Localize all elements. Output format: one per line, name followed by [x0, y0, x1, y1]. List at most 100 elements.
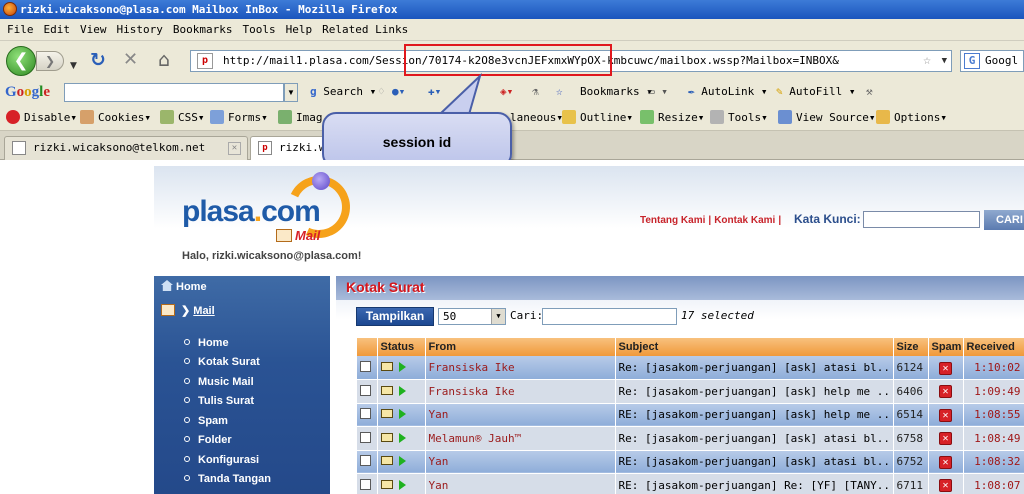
row-from[interactable]: Fransiska Ike	[425, 379, 616, 404]
history-dropdown-icon[interactable]: ▼	[70, 55, 77, 77]
menu-edit[interactable]: Edit	[39, 19, 76, 41]
autolink-button[interactable]: ✒ AutoLink ▾	[688, 83, 767, 101]
dev-view-source-button[interactable]: View Source▾	[778, 109, 875, 127]
col-received[interactable]: Received	[963, 338, 1024, 356]
stop-icon[interactable]: ✕	[123, 49, 138, 71]
show-button[interactable]: Tampilkan	[356, 307, 434, 326]
site-search-button[interactable]: CARI	[984, 210, 1024, 230]
contact-link[interactable]: Kontak Kami	[714, 215, 775, 226]
bookmark-star-icon[interactable]: ☆	[923, 51, 931, 71]
google-search-dropdown-icon[interactable]: ▼	[284, 83, 298, 102]
dev-miscellaneous-button[interactable]: laneous▾	[510, 109, 563, 127]
search-box[interactable]: G Googl	[960, 50, 1024, 72]
settings-wrench-icon[interactable]: ⚒	[866, 83, 873, 101]
row-checkbox[interactable]	[360, 455, 371, 467]
sidebar-item-konfigurasi[interactable]: Konfigurasi	[184, 454, 259, 466]
bookmarks-button[interactable]: Bookmarks ▾	[580, 83, 653, 101]
gmail-icon[interactable]: ✉	[464, 83, 471, 101]
row-checkbox[interactable]	[360, 384, 371, 396]
about-link[interactable]: Tentang Kami	[640, 215, 705, 226]
table-row[interactable]: Yan RE: [jasakom-perjuangan] Re: [YF] [T…	[357, 473, 1024, 494]
table-row[interactable]: Fransiska Ike Re: [jasakom-perjuangan] […	[357, 379, 1024, 404]
sidebar-item-spam[interactable]: Spam	[184, 415, 228, 427]
mail-search-input[interactable]	[542, 308, 677, 325]
row-subject[interactable]: Re: [jasakom-perjuangan] [ask] atasi bl.…	[615, 426, 894, 451]
row-from[interactable]: Melamun® Jauh™	[425, 426, 616, 451]
table-row[interactable]: Melamun® Jauh™ Re: [jasakom-perjuangan] …	[357, 426, 1024, 451]
menu-help[interactable]: Help	[281, 19, 318, 41]
row-checkbox[interactable]	[360, 361, 371, 372]
menu-related-links[interactable]: Related Links	[317, 19, 413, 41]
spam-x-icon[interactable]: ✕	[939, 361, 952, 375]
table-row[interactable]: Fransiska Ike Re: [jasakom-perjuangan] […	[357, 356, 1024, 380]
tab-telkom[interactable]: rizki.wicaksono@telkom.net ✕	[4, 136, 248, 160]
dev-forms-button[interactable]: Forms▾	[210, 109, 268, 127]
tag-icon[interactable]: ◈▾	[500, 83, 513, 101]
sidebar-item-kotak-surat[interactable]: Kotak Surat	[184, 356, 260, 368]
star-icon[interactable]: ☆	[556, 83, 563, 101]
sidebar-item-home[interactable]: Home	[184, 337, 229, 349]
highlight-icon[interactable]: ▭ ▾	[648, 83, 668, 101]
row-from[interactable]: Fransiska Ike	[425, 356, 616, 380]
sidebar-item-folder[interactable]: Folder	[184, 434, 232, 446]
tab-close-icon[interactable]: ✕	[228, 142, 241, 155]
sidebar-home-link[interactable]: Home	[161, 280, 207, 293]
google-search-button[interactable]: g Search ▾	[310, 83, 376, 101]
dev-disable-button[interactable]: Disable▾	[6, 109, 77, 127]
url-dropdown-icon[interactable]: ▼	[942, 51, 947, 71]
back-arrow-icon[interactable]: ❮	[6, 46, 36, 76]
sidebar-item-tanda-tangan[interactable]: Tanda Tangan	[184, 473, 271, 485]
sidebar-mail-link[interactable]: ❯ Mail	[161, 304, 215, 317]
table-row[interactable]: Yan RE: [jasakom-perjuangan] [ask] help …	[357, 403, 1024, 427]
dev-cookies-button[interactable]: Cookies▾	[80, 109, 151, 127]
dev-resize-button[interactable]: Resize▾	[640, 109, 704, 127]
dev-images-button[interactable]: Imag	[278, 109, 323, 127]
row-subject[interactable]: Re: [jasakom-perjuangan] [ask] help me .…	[615, 379, 894, 404]
row-subject[interactable]: RE: [jasakom-perjuangan] Re: [YF] [TANY.…	[615, 473, 894, 494]
google-logo[interactable]: Google	[5, 82, 50, 102]
row-checkbox[interactable]	[360, 408, 371, 420]
autofill-button[interactable]: ✎ AutoFill ▾	[776, 83, 855, 101]
col-spam[interactable]: Spam	[928, 338, 964, 356]
row-from[interactable]: Yan	[425, 473, 616, 494]
dev-tools-button[interactable]: Tools▾	[710, 109, 768, 127]
spam-x-icon[interactable]: ✕	[939, 432, 952, 446]
table-row[interactable]: Yan RE: [jasakom-perjuangan] [ask] atasi…	[357, 450, 1024, 474]
plasa-logo[interactable]: plasa.com	[182, 195, 321, 229]
forward-arrow-icon[interactable]: ❯	[36, 51, 64, 71]
globe-icon[interactable]: ●▾	[392, 83, 405, 101]
google-icon[interactable]: G	[964, 53, 980, 69]
news-icon[interactable]: ⚗	[532, 83, 539, 101]
menu-bookmarks[interactable]: Bookmarks	[168, 19, 238, 41]
reload-icon[interactable]: ↻	[90, 49, 106, 71]
spam-x-icon[interactable]: ✕	[939, 455, 952, 469]
google-search-input[interactable]	[64, 83, 284, 102]
home-icon[interactable]: ⌂	[158, 49, 170, 71]
dev-options-button[interactable]: Options▾	[876, 109, 947, 127]
menu-history[interactable]: History	[112, 19, 168, 41]
dev-css-button[interactable]: CSS▾	[160, 109, 205, 127]
dev-outline-button[interactable]: Outline▾	[562, 109, 633, 127]
row-subject[interactable]: Re: [jasakom-perjuangan] [ask] atasi bl.…	[615, 356, 894, 380]
menu-tools[interactable]: Tools	[237, 19, 280, 41]
col-size[interactable]: Size	[893, 338, 929, 356]
col-status[interactable]: Status	[377, 338, 426, 356]
keyword-search-input[interactable]	[863, 211, 980, 228]
col-from[interactable]: From	[425, 338, 616, 356]
row-subject[interactable]: RE: [jasakom-perjuangan] [ask] atasi bl.…	[615, 450, 894, 474]
col-subject[interactable]: Subject	[615, 338, 894, 356]
spam-x-icon[interactable]: ✕	[939, 479, 952, 493]
menu-view[interactable]: View	[75, 19, 112, 41]
row-subject[interactable]: RE: [jasakom-perjuangan] [ask] help me .…	[615, 403, 894, 427]
row-checkbox[interactable]	[360, 478, 371, 490]
sidebar-item-music-mail[interactable]: Music Mail	[184, 376, 254, 388]
menu-file[interactable]: File	[0, 19, 39, 41]
sidebar-item-tulis-surat[interactable]: Tulis Surat	[184, 395, 254, 407]
page-size-select[interactable]: 50 ▼	[438, 308, 506, 325]
row-checkbox[interactable]	[360, 431, 371, 443]
row-from[interactable]: Yan	[425, 450, 616, 474]
spam-x-icon[interactable]: ✕	[939, 408, 952, 422]
spam-x-icon[interactable]: ✕	[939, 385, 952, 399]
plus-icon[interactable]: ✚▾	[428, 83, 441, 101]
row-from[interactable]: Yan	[425, 403, 616, 427]
